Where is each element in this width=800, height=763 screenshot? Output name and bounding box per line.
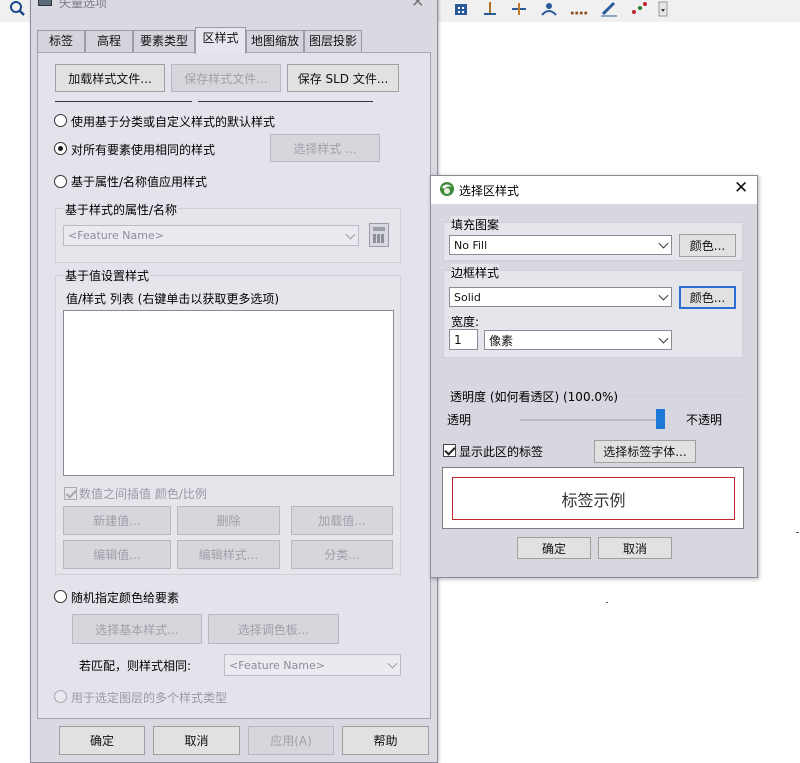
area-ok-button[interactable]: 确定 [517,537,591,559]
radio-random-color-label: 随机指定颜色给要素 [71,591,180,605]
transparency-slider[interactable] [656,409,665,429]
ok-button[interactable]: 确定 [59,726,145,755]
area-cancel-button[interactable]: 取消 [598,537,672,559]
border-color-button[interactable]: 颜色... [679,286,736,309]
pen-icon[interactable] [600,1,618,17]
anchor-icon[interactable] [481,1,499,17]
radio-attribute-style[interactable] [54,175,67,188]
select-label-font-button[interactable]: 选择标签字体... [594,440,696,463]
edit-style-button[interactable]: 编辑样式... [177,540,280,569]
interpolate-checkbox-label: 数值之间插值 颜色/比例 [79,487,207,501]
value-style-group-label: 基于值设置样式 [64,267,151,284]
tab-map-scale[interactable]: 地图缩放 [246,30,304,53]
calculator-icon[interactable] [369,223,389,247]
help-button[interactable]: 帮助 [342,726,429,755]
radio-default-style-label: 使用基于分类或自定义样式的默认样式 [71,115,276,129]
load-style-file-button[interactable]: 加载样式文件... [55,64,165,92]
interpolate-checkbox[interactable] [64,487,77,500]
select-style-button[interactable]: 选择样式 ... [270,134,380,162]
apply-button[interactable]: 应用(A) [248,726,334,755]
tab-layer-projection[interactable]: 图层投影 [304,30,362,53]
ruler-icon[interactable] [510,1,528,17]
dropdown-icon[interactable] [658,1,668,17]
border-group-label: 边框样式 [451,264,500,281]
width-value: 1 [454,332,462,347]
border-style-combo[interactable]: Solid [449,287,672,307]
dialog-app-icon [38,0,52,6]
load-values-button[interactable]: 加载值... [291,506,393,535]
tab-area-style[interactable]: 区样式 [195,27,246,54]
match-label: 若匹配，则样式相同: [79,659,192,673]
label-sample-text: 标签示例 [452,477,735,520]
width-label: 宽度: [451,315,480,329]
radio-random-color[interactable] [54,590,67,603]
building-icon[interactable] [452,1,470,17]
value-style-list[interactable] [63,310,394,476]
dots-icon[interactable] [570,1,588,17]
select-base-style-button[interactable]: 选择基本样式... [72,614,202,644]
save-sld-file-button[interactable]: 保存 SLD 文件... [287,64,399,92]
profile-icon[interactable] [540,1,558,17]
show-label-checkbox-label: 显示此区的标签 [459,445,544,459]
new-value-button[interactable]: 新建值... [63,506,171,535]
radio-same-style-label: 对所有要素使用相同的样式 [71,143,216,157]
width-input[interactable]: 1 [449,329,478,350]
width-unit-combo[interactable]: 像素 [484,330,672,350]
dialog-title: 矢量选项 [59,0,108,10]
app-globe-icon [440,182,454,196]
fill-group-label: 填充图案 [451,216,500,233]
border-style-value: Solid [454,290,481,304]
tab-feature-type[interactable]: 要素类型 [133,30,195,53]
edit-value-button[interactable]: 编辑值... [63,540,171,569]
fill-color-button[interactable]: 颜色... [679,234,736,257]
map-mark [606,602,608,603]
match-attribute-combo[interactable]: <Feature Name> [224,654,401,676]
radio-multi-style-label: 用于选定图层的多个样式类型 [71,691,228,705]
close-icon[interactable]: ✕ [734,178,748,198]
save-style-file-button[interactable]: 保存样式文件... [171,64,281,92]
cancel-button[interactable]: 取消 [153,726,240,755]
show-label-checkbox[interactable] [443,444,456,457]
width-unit-value: 像素 [489,333,514,348]
separator [198,101,373,102]
radio-attribute-style-label: 基于属性/名称值应用样式 [71,175,208,189]
close-icon[interactable]: ✕ [411,0,424,11]
zoom-icon[interactable] [8,1,26,17]
transparent-label: 透明 [447,413,472,427]
attribute-name-value: <Feature Name> [68,229,164,242]
transparency-track [520,419,665,421]
attribute-name-combo[interactable]: <Feature Name> [63,225,359,246]
select-palette-button[interactable]: 选择调色板... [208,614,339,644]
fill-pattern-value: No Fill [454,238,488,252]
value-list-label: 值/样式 列表 (右键单击以获取更多选项) [66,292,280,306]
area-style-dialog-title: 选择区样式 [459,184,520,198]
transparency-label: 透明度 (如何看透区) (100.0%) [450,390,619,404]
radio-same-style[interactable] [54,142,67,155]
match-attribute-value: <Feature Name> [229,658,325,672]
classify-button[interactable]: 分类... [291,540,393,569]
radio-multi-style[interactable] [54,690,67,703]
attribute-group-label: 基于样式的属性/名称 [64,201,179,218]
map-mark [796,532,799,533]
tab-label[interactable]: 标签 [37,30,85,53]
delete-button[interactable]: 删除 [177,506,280,535]
opaque-label: 不透明 [686,413,723,427]
separator [55,101,192,102]
nodes-icon[interactable] [630,1,648,17]
tab-elevation[interactable]: 高程 [85,30,133,53]
radio-default-style[interactable] [54,114,67,127]
fill-pattern-combo[interactable]: No Fill [449,235,672,255]
